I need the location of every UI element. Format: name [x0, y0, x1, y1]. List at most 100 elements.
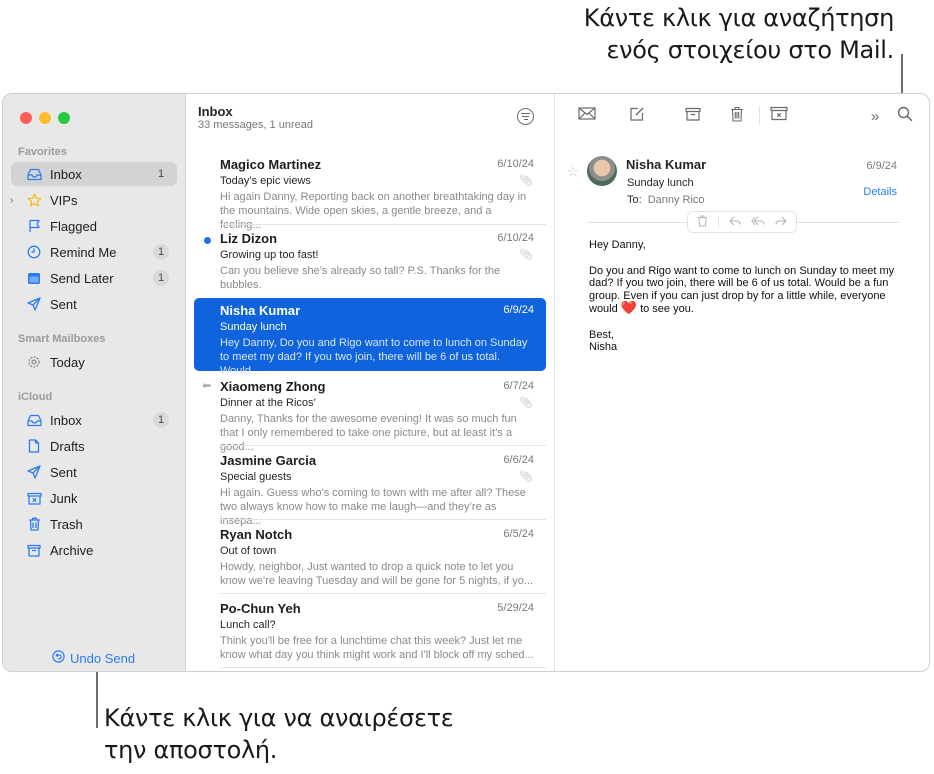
undo-send-button[interactable]: Undo Send	[52, 650, 135, 666]
archive-button[interactable]	[683, 106, 703, 126]
message-row[interactable]: Liz Dizon 6/10/24 Growing up too fast! 📎…	[194, 226, 546, 298]
message-subject: Special guests	[220, 471, 292, 483]
message-row[interactable]: Ryan Notch 6/5/24 Out of town Howdy, nei…	[194, 522, 546, 594]
sidebar-section-icloud: iCloud	[18, 391, 53, 403]
row-divider	[220, 445, 546, 446]
row-divider	[220, 667, 546, 668]
compose-button[interactable]	[627, 106, 647, 126]
more-chevrons-icon: »	[870, 107, 880, 125]
reply-all-button[interactable]	[751, 216, 765, 229]
sidebar-item-label: Remind Me	[50, 244, 117, 260]
sidebar-item-icloud-sent[interactable]: Sent	[11, 460, 177, 484]
message-preview: Hey Danny, Do you and Rigo want to come …	[220, 337, 528, 377]
search-icon	[897, 106, 913, 127]
message-date: 6/5/24	[503, 528, 534, 540]
vip-star-icon[interactable]: ☆	[567, 164, 579, 180]
archive-icon	[26, 542, 42, 558]
message-subject: Dinner at the Ricos’	[220, 397, 316, 409]
message-row[interactable]: Po-Chun Yeh 5/29/24 Lunch call? Think yo…	[194, 596, 546, 668]
sidebar-item-label: Drafts	[50, 438, 85, 454]
message-preview: Think you'll be free for a lunchtime cha…	[220, 635, 534, 661]
sidebar-item-drafts[interactable]: Drafts	[11, 434, 177, 458]
zoom-window-button[interactable]	[58, 112, 70, 124]
message-preview: Can you believe she’s already so tall? P…	[220, 265, 501, 291]
sidebar-item-inbox[interactable]: Inbox 1	[11, 162, 177, 186]
body-text: to see you.	[640, 303, 694, 315]
sidebar-item-today[interactable]: Today	[11, 350, 177, 374]
sidebar-item-junk[interactable]: Junk	[11, 486, 177, 510]
reading-pane: » ☆ Nisha Kumar Sunday lunch To: Danny Ri…	[555, 94, 929, 671]
sidebar-section-favorites: Favorites	[18, 146, 67, 158]
reader-sender: Nisha Kumar	[626, 157, 707, 172]
body-paragraph: Do you and Rigo want to come to lunch on…	[589, 265, 909, 316]
message-actions-bar	[687, 211, 797, 233]
undo-send-callout-line-2: την αποστολή.	[104, 736, 278, 764]
sidebar-item-vips[interactable]: › VIPs	[10, 188, 177, 212]
row-divider	[220, 519, 546, 520]
more-toolbar-button[interactable]: »	[865, 106, 885, 126]
row-divider	[220, 224, 546, 225]
sidebar-item-label: Junk	[50, 490, 78, 506]
mailbox-subtitle: 33 messages, 1 unread	[198, 119, 313, 131]
heart-emoji-icon: ❤️	[620, 300, 637, 315]
message-subject: Sunday lunch	[220, 321, 287, 333]
trash-icon	[26, 516, 42, 532]
sidebar-item-archive[interactable]: Archive	[11, 538, 177, 562]
inbox-icon	[26, 412, 42, 428]
sidebar-item-icloud-inbox[interactable]: Inbox 1	[11, 408, 177, 432]
message-sender: Magico Martinez	[220, 157, 322, 172]
actions-divider	[718, 216, 719, 228]
reader-date: 6/9/24	[866, 160, 897, 172]
sender-avatar	[587, 156, 617, 186]
undo-send-callout: Κάντε κλικ για να αναιρέσετε την αποστολ…	[104, 702, 454, 766]
sidebar-item-remind-me[interactable]: Remind Me 1	[11, 240, 177, 264]
undo-send-callout-line-1: Κάντε κλικ για να αναιρέσετε	[104, 704, 454, 732]
recipient-name[interactable]: Danny Rico	[648, 194, 705, 206]
details-link[interactable]: Details	[863, 186, 897, 198]
search-callout-line-2: ενός στοιχείου στο Mail.	[606, 36, 894, 64]
sidebar-item-label: Send Later	[50, 270, 114, 286]
message-subject: Growing up too fast!	[220, 249, 319, 261]
body-signature: Nisha	[589, 341, 618, 353]
unread-dot-icon	[204, 237, 211, 244]
sidebar-item-flagged[interactable]: Flagged	[11, 214, 177, 238]
forward-button[interactable]	[775, 216, 787, 229]
message-sender: Jasmine Garcia	[220, 453, 317, 468]
junk-button[interactable]	[769, 106, 789, 126]
message-row[interactable]: ⬅︎ Xiaomeng Zhong 6/7/24 Dinner at the R…	[194, 374, 546, 453]
archive-icon	[685, 107, 701, 126]
sidebar-item-trash[interactable]: Trash	[11, 512, 177, 536]
message-row[interactable]: Magico Martinez 6/10/24 Today’s epic vie…	[194, 152, 546, 231]
compose-icon	[629, 106, 645, 127]
minimize-window-button[interactable]	[39, 112, 51, 124]
sidebar: Favorites Inbox 1 › VIPs Flagged Remind …	[3, 94, 186, 671]
sidebar-item-send-later[interactable]: Send Later 1	[11, 266, 177, 290]
delete-message-button[interactable]	[697, 215, 708, 230]
message-sender: Liz Dizon	[220, 231, 278, 246]
envelope-icon	[578, 107, 596, 125]
message-body: Hey Danny, Do you and Rigo want to come …	[589, 239, 909, 354]
mail-window: Favorites Inbox 1 › VIPs Flagged Remind …	[2, 93, 930, 672]
close-window-button[interactable]	[20, 112, 32, 124]
count-badge: 1	[153, 412, 169, 428]
row-divider	[220, 593, 546, 594]
replied-arrow-icon: ⬅︎	[202, 380, 212, 392]
star-icon	[26, 192, 42, 208]
delete-button[interactable]	[727, 106, 747, 126]
undo-send-callout-leader	[96, 672, 98, 728]
message-row[interactable]: Jasmine Garcia 6/6/24 Special guests 📎︎ …	[194, 448, 546, 527]
search-button[interactable]	[895, 106, 915, 126]
filter-button[interactable]	[517, 108, 534, 125]
to-label: To:	[627, 194, 642, 206]
sidebar-item-sent[interactable]: Sent	[11, 292, 177, 316]
reply-button[interactable]	[729, 216, 741, 229]
get-mail-button[interactable]	[577, 106, 597, 126]
paperclip-icon: 📎︎	[519, 175, 533, 187]
message-row-selected[interactable]: Nisha Kumar 6/9/24 Sunday lunch Hey Dann…	[194, 298, 546, 377]
sidebar-section-smart-mailboxes: Smart Mailboxes	[18, 333, 106, 345]
paperclip-icon: 📎︎	[519, 397, 533, 409]
junk-icon	[26, 490, 42, 506]
disclosure-chevron-icon[interactable]: ›	[10, 195, 13, 206]
junk-icon	[770, 106, 788, 126]
window-controls	[20, 112, 70, 124]
